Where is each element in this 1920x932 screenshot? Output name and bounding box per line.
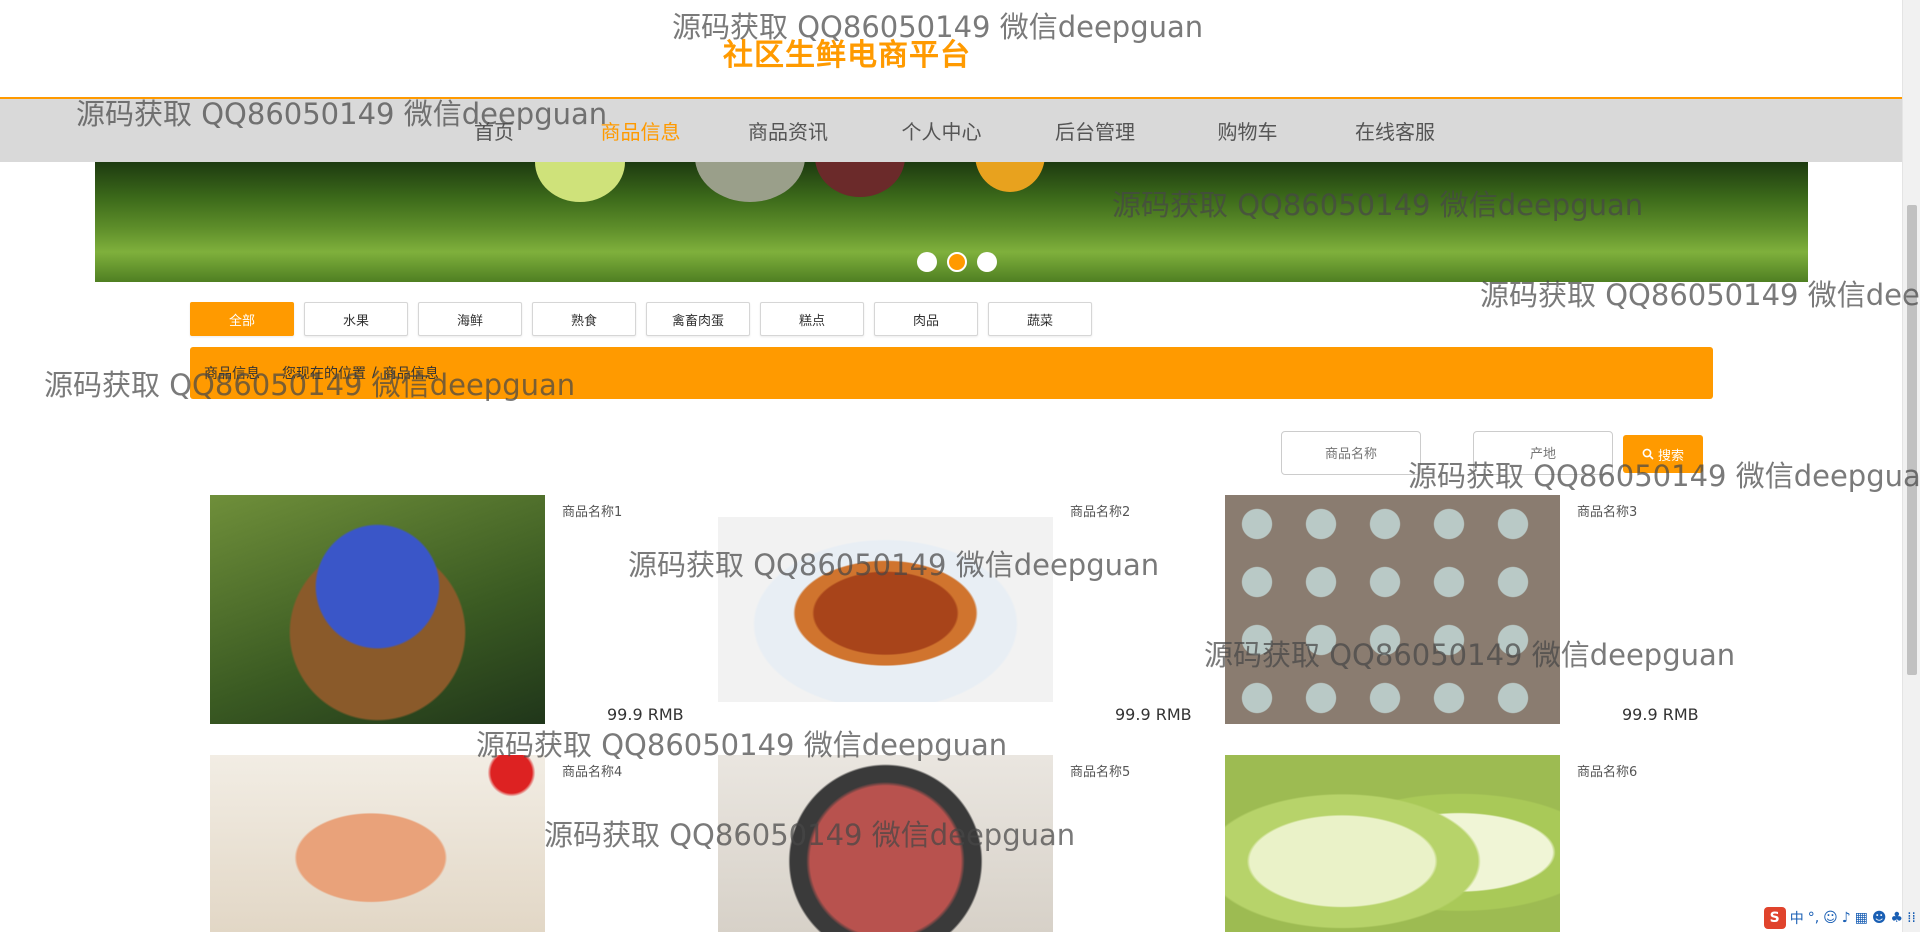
product-name[interactable]: 商品名称1 xyxy=(562,501,622,520)
product-card: 商品名称4 xyxy=(210,755,718,932)
banner-carousel[interactable] xyxy=(95,162,1808,282)
category-cooked[interactable]: 熟食 xyxy=(532,302,636,336)
keyboard-icon[interactable]: ▦ xyxy=(1855,910,1868,926)
search-button-label: 搜索 xyxy=(1657,447,1684,463)
vertical-scrollbar[interactable] xyxy=(1902,0,1920,932)
skin-icon[interactable]: ♣ xyxy=(1891,910,1904,926)
product-card: 商品名称1 99.9 RMB xyxy=(210,495,718,725)
emoji-icon[interactable]: ☺ xyxy=(1823,910,1838,926)
search-button[interactable]: 搜索 xyxy=(1623,435,1703,473)
carousel-dot-3[interactable] xyxy=(977,252,997,272)
category-meat[interactable]: 肉品 xyxy=(874,302,978,336)
ime-toolbar[interactable]: S 中 °, ☺ ♪ ▦ ☻ ♣ ⁞⁞ xyxy=(1763,906,1916,930)
product-card: 商品名称6 xyxy=(1225,755,1733,932)
scrollbar-thumb[interactable] xyxy=(1907,205,1917,675)
breadcrumb-separator: / xyxy=(372,365,377,381)
product-name[interactable]: 商品名称6 xyxy=(1577,761,1637,780)
ime-mode[interactable]: 中 xyxy=(1790,908,1804,928)
product-image-blueberries[interactable] xyxy=(210,495,545,724)
product-name-search-input[interactable] xyxy=(1281,431,1421,475)
product-name[interactable]: 商品名称5 xyxy=(1070,761,1130,780)
product-price: 99.9 RMB xyxy=(607,705,684,724)
category-tabs: 全部 水果 海鲜 熟食 禽畜肉蛋 糕点 肉品 蔬菜 xyxy=(190,302,1092,336)
product-name[interactable]: 商品名称3 xyxy=(1577,501,1637,520)
origin-search-input[interactable] xyxy=(1473,431,1613,475)
nav-item-support[interactable]: 在线客服 xyxy=(1345,116,1445,145)
category-poultry-meat-eggs[interactable]: 禽畜肉蛋 xyxy=(646,302,750,336)
category-vegetables[interactable]: 蔬菜 xyxy=(988,302,1092,336)
product-image-cake[interactable] xyxy=(210,755,545,932)
category-pastry[interactable]: 糕点 xyxy=(760,302,864,336)
product-image-roast-duck[interactable] xyxy=(718,517,1053,702)
microphone-icon[interactable]: ♪ xyxy=(1842,910,1851,926)
product-name[interactable]: 商品名称2 xyxy=(1070,501,1130,520)
product-image-chinese-cabbage[interactable] xyxy=(1225,755,1560,932)
nav-item-products[interactable]: 商品信息 xyxy=(548,116,733,145)
product-image-eggs[interactable] xyxy=(1225,495,1560,724)
breadcrumb-section: 商品信息 xyxy=(204,366,260,382)
category-all[interactable]: 全部 xyxy=(190,302,294,336)
product-card: 商品名称5 xyxy=(718,755,1226,932)
nav-item-news[interactable]: 商品资讯 xyxy=(733,116,843,145)
breadcrumb-current[interactable]: 商品信息 xyxy=(383,363,439,383)
nav-item-cart[interactable]: 购物车 xyxy=(1150,116,1345,145)
category-seafood[interactable]: 海鲜 xyxy=(418,302,522,336)
product-image-ribs[interactable] xyxy=(718,755,1053,932)
product-price: 99.9 RMB xyxy=(1622,705,1699,724)
search-icon xyxy=(1642,448,1654,460)
breadcrumb: 商品信息 您现在的位置 / 商品信息 xyxy=(190,347,1713,399)
banner-fruit xyxy=(695,162,805,202)
product-card: 商品名称2 99.9 RMB xyxy=(718,495,1226,725)
ime-logo: S xyxy=(1763,907,1786,929)
nav-item-home[interactable]: 首页 xyxy=(440,116,548,145)
grid-icon[interactable]: ⁞⁞ xyxy=(1907,910,1916,926)
banner-lime xyxy=(535,162,625,202)
category-fruit[interactable]: 水果 xyxy=(304,302,408,336)
breadcrumb-location-label: 您现在的位置 xyxy=(282,366,366,382)
page-root: 社区生鲜电商平台 首页 商品信息 商品资讯 个人中心 后台管理 购物车 在线客服… xyxy=(0,0,1920,932)
banner-passionfruit xyxy=(815,162,905,197)
nav-items: 首页 商品信息 商品资讯 个人中心 后台管理 购物车 在线客服 xyxy=(440,99,1445,162)
banner-mango xyxy=(975,162,1045,192)
carousel-dot-2[interactable] xyxy=(947,252,967,272)
main-nav: 首页 商品信息 商品资讯 个人中心 后台管理 购物车 在线客服 xyxy=(0,97,1902,162)
product-name[interactable]: 商品名称4 xyxy=(562,761,622,780)
nav-item-profile[interactable]: 个人中心 xyxy=(843,116,1040,145)
carousel-dots xyxy=(917,252,997,272)
ime-punct[interactable]: °, xyxy=(1808,910,1819,926)
nav-item-admin[interactable]: 后台管理 xyxy=(1040,116,1150,145)
carousel-dot-1[interactable] xyxy=(917,252,937,272)
product-price: 99.9 RMB xyxy=(1115,705,1192,724)
site-title: 社区生鲜电商平台 xyxy=(723,38,971,73)
user-icon[interactable]: ☻ xyxy=(1872,910,1887,926)
product-card: 商品名称3 99.9 RMB xyxy=(1225,495,1733,725)
